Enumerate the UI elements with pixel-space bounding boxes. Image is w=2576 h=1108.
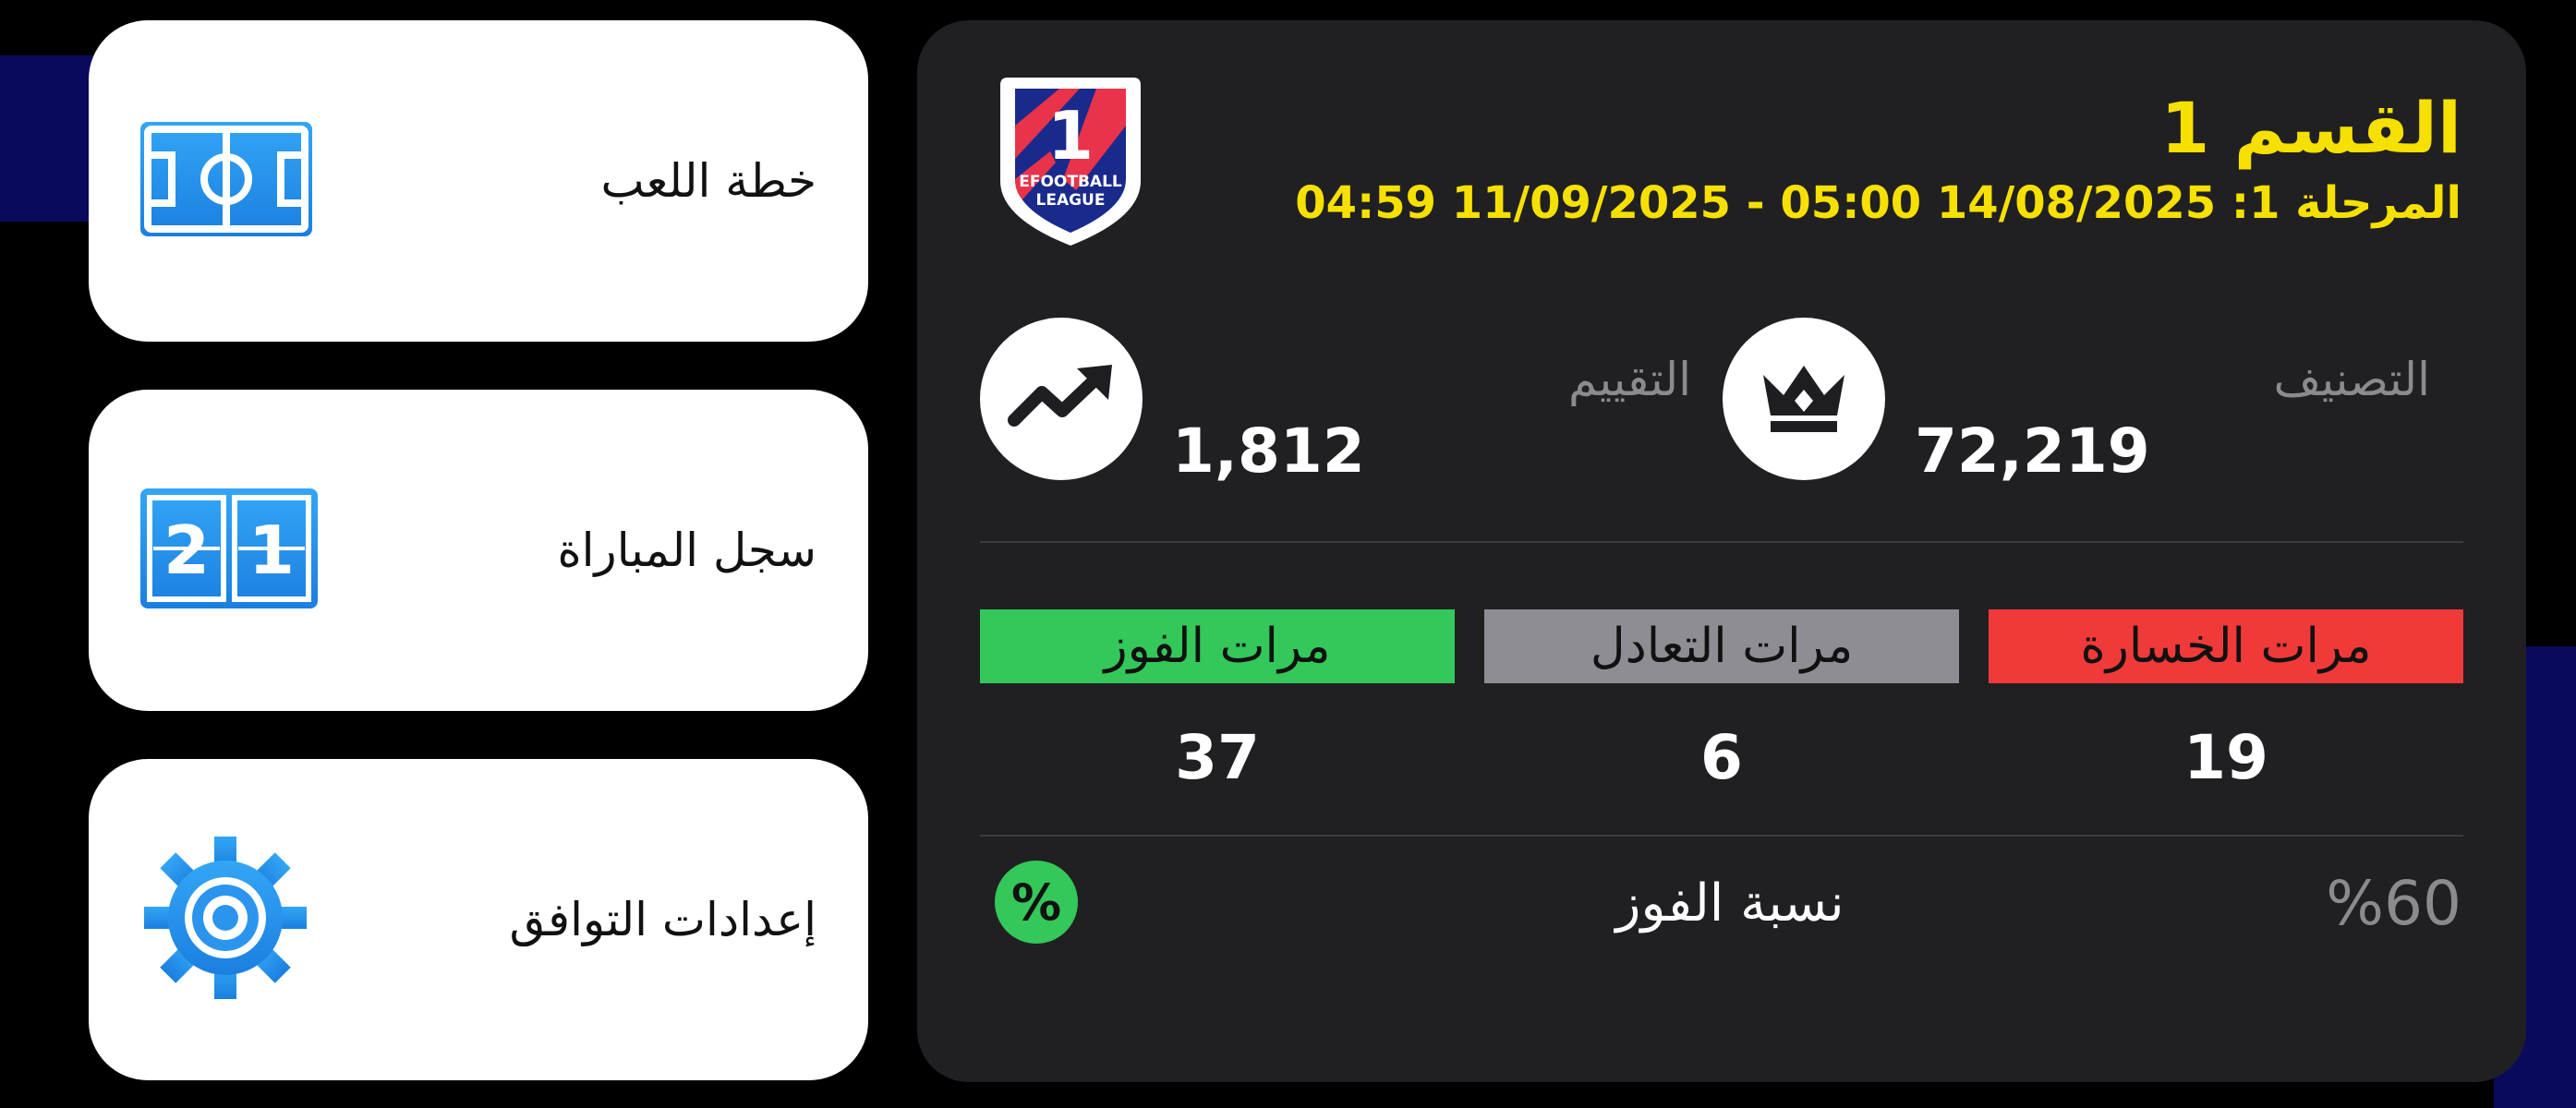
ranking-label: التصنيف: [2273, 353, 2430, 406]
menu-label-match-history: سجل المباراة: [557, 524, 816, 577]
formation-pitch-icon: [140, 122, 312, 240]
trend-up-icon: [980, 318, 1143, 480]
draws-count: 6: [1700, 722, 1743, 793]
svg-text:LEAGUE: LEAGUE: [1036, 191, 1106, 210]
wins-label: مرات الفوز: [980, 609, 1455, 683]
draws-label: مرات التعادل: [1484, 609, 1959, 683]
scoreboard-icon: 2 1: [140, 488, 318, 612]
svg-text:2: 2: [163, 512, 210, 589]
losses-count: 19: [2183, 722, 2268, 793]
ranking-value: 72,219: [1915, 416, 2150, 487]
stage-period: المرحلة 1: 14/08/2025 05:00 - 11/09/2025…: [1295, 177, 2461, 229]
svg-text:1: 1: [1047, 97, 1094, 175]
rating-value: 1,812: [1172, 416, 1365, 487]
losses-label: مرات الخسارة: [1989, 609, 2463, 683]
win-rate-label: نسبة الفوز: [1615, 873, 1844, 933]
svg-text:1: 1: [248, 512, 295, 589]
menu-card-compatibility-settings[interactable]: إعدادات التوافق: [89, 759, 868, 1080]
svg-text:EFOOTBALL: EFOOTBALL: [1019, 173, 1122, 191]
gear-icon: [144, 837, 307, 1003]
win-rate-value: %60: [2326, 868, 2461, 939]
divider-bottom: [980, 835, 2463, 837]
menu-label-compatibility-settings: إعدادات التوافق: [509, 893, 816, 946]
division-panel: 1 EFOOTBALL LEAGUE القسم 1 المرحلة 1: 14…: [917, 20, 2526, 1082]
menu-card-game-plan[interactable]: خطة اللعب: [89, 20, 868, 342]
crown-icon: [1723, 318, 1885, 480]
rating-label: التقييم: [1568, 353, 1691, 406]
menu-label-game-plan: خطة اللعب: [600, 154, 816, 208]
division-title: القسم 1: [2160, 87, 2461, 169]
divider-top: [980, 541, 2463, 543]
efootball-league-badge: 1 EFOOTBALL LEAGUE: [995, 70, 1146, 255]
background-stripe-left: [0, 55, 92, 222]
wins-count: 37: [1175, 722, 1260, 793]
menu-card-match-history[interactable]: 2 1 سجل المباراة: [89, 390, 868, 711]
percent-icon: %: [995, 861, 1078, 944]
